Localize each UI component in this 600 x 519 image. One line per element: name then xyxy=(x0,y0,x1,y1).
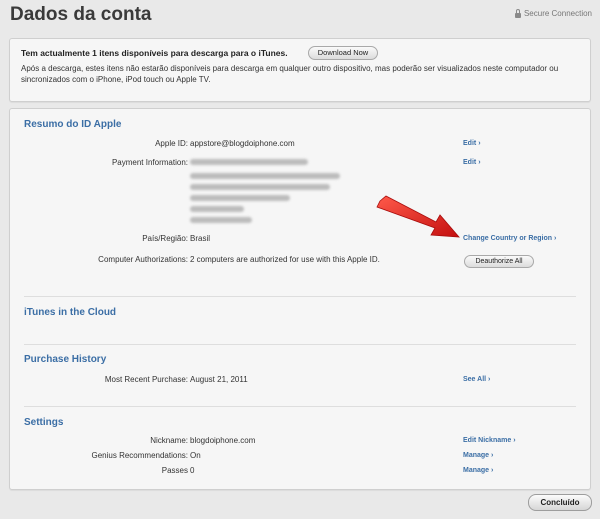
account-details-panel: Resumo do ID Apple Apple ID: appstore@bl… xyxy=(9,108,591,490)
notice-body: Após a descarga, estes itens não estarão… xyxy=(21,64,559,84)
secure-connection: Secure Connection xyxy=(514,8,592,18)
purchase-history-title: Purchase History xyxy=(24,354,107,365)
deauthorize-all-button[interactable]: Deauthorize All xyxy=(464,255,534,268)
download-notice-panel: Tem actualmente 1 itens disponíveis para… xyxy=(9,38,591,102)
chevron-right-icon: › xyxy=(491,452,494,459)
genius-manage-link[interactable]: Manage › xyxy=(463,452,493,459)
download-now-button[interactable]: Download Now xyxy=(308,46,378,60)
nickname-label: Nickname: xyxy=(150,436,188,445)
genius-recommendations-label: Genius Recommendations: xyxy=(91,451,189,460)
genius-recommendations-value: On xyxy=(190,451,201,460)
passes-value: 0 xyxy=(190,466,195,475)
chevron-right-icon: › xyxy=(478,159,481,166)
payment-information-label: Payment Information: xyxy=(111,158,188,167)
lock-icon xyxy=(514,8,521,18)
computer-authorizations-value: 2 computers are authorized for use with … xyxy=(190,255,380,264)
change-country-link[interactable]: Change Country or Region › xyxy=(463,235,556,242)
most-recent-purchase-label: Most Recent Purchase: xyxy=(104,375,188,384)
divider xyxy=(24,406,576,407)
edit-nickname-link[interactable]: Edit Nickname › xyxy=(463,437,516,444)
passes-manage-link[interactable]: Manage › xyxy=(463,467,493,474)
chevron-right-icon: › xyxy=(513,437,516,444)
chevron-right-icon: › xyxy=(488,376,491,383)
country-region-label: País/Região: xyxy=(142,234,188,243)
computer-authorizations-label: Computer Authorizations: xyxy=(98,255,188,264)
itunes-in-the-cloud-title: iTunes in the Cloud xyxy=(24,307,117,318)
payment-edit-link[interactable]: Edit › xyxy=(463,159,481,166)
settings-title: Settings xyxy=(24,417,64,428)
apple-id-value: appstore@blogdoiphone.com xyxy=(190,139,295,148)
passes-label: Passes xyxy=(161,466,188,475)
chevron-right-icon: › xyxy=(554,235,557,242)
chevron-right-icon: › xyxy=(478,140,481,147)
divider xyxy=(24,344,576,345)
notice-heading: Tem actualmente 1 itens disponíveis para… xyxy=(21,48,288,58)
country-region-value: Brasil xyxy=(190,234,211,243)
apple-id-label: Apple ID: xyxy=(155,139,188,148)
page-title: Dados da conta xyxy=(10,4,152,25)
apple-id-edit-link[interactable]: Edit › xyxy=(463,140,481,147)
most-recent-purchase-value: August 21, 2011 xyxy=(190,375,248,384)
done-button[interactable]: Concluído xyxy=(528,494,592,511)
chevron-right-icon: › xyxy=(491,467,494,474)
nickname-value: blogdoiphone.com xyxy=(190,436,256,445)
annotation-arrow-icon xyxy=(376,195,460,238)
see-all-link[interactable]: See All › xyxy=(463,376,490,383)
secure-connection-label: Secure Connection xyxy=(523,9,592,18)
divider xyxy=(24,296,576,297)
apple-id-summary-title: Resumo do ID Apple xyxy=(24,119,122,130)
